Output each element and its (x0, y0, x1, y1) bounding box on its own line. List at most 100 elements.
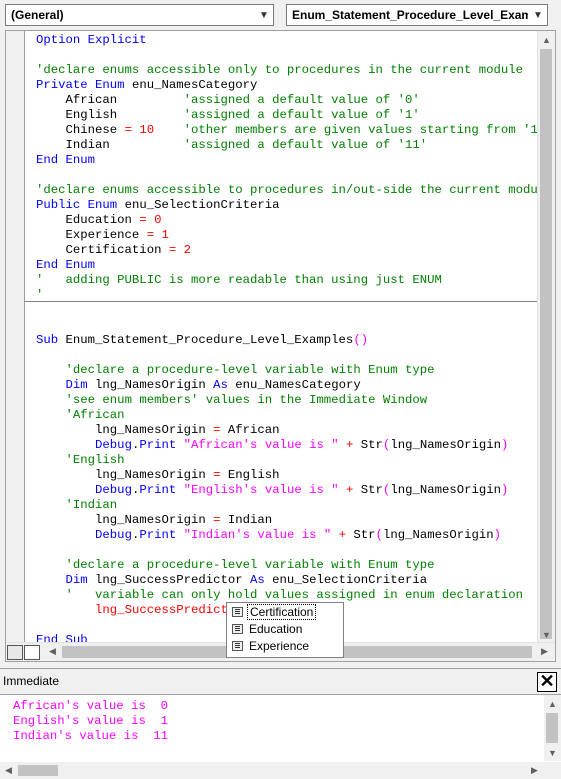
code-token: 'declare enums accessible only to proced… (36, 63, 524, 77)
code-token: 'English (65, 453, 125, 467)
scroll-left-icon[interactable]: ◀ (44, 643, 61, 660)
code-line[interactable]: 'declare enums accessible only to proced… (36, 63, 523, 78)
procedure-view-icon[interactable] (7, 645, 23, 660)
code-token: Certification (36, 243, 169, 257)
scroll-left-icon[interactable]: ◀ (0, 762, 17, 779)
code-token: 'see enum members' values in the Immedia… (65, 393, 428, 407)
immediate-window[interactable]: African's value is 0 English's value is … (0, 694, 561, 779)
code-token: Str (353, 483, 383, 497)
scroll-right-icon[interactable]: ▶ (526, 762, 543, 779)
code-line[interactable]: Indian 'assigned a default value of '11' (36, 138, 428, 153)
object-combo[interactable]: (General) ▼ (5, 4, 274, 26)
intellisense-item-certification[interactable]: Certification (229, 604, 341, 620)
code-line[interactable]: Public Enum enu_SelectionCriteria (36, 198, 280, 213)
code-token: ' (36, 288, 44, 302)
code-line[interactable]: 'declare enums accessible to procedures … (36, 183, 553, 198)
scroll-down-icon[interactable]: ▼ (538, 626, 555, 643)
code-line[interactable]: 'see enum members' values in the Immedia… (36, 393, 428, 408)
code-token: Print (139, 483, 177, 497)
scroll-right-icon[interactable]: ▶ (536, 643, 553, 660)
code-line[interactable]: ' adding PUBLIC is more readable than us… (36, 273, 442, 288)
intellisense-item-label: Education (249, 622, 303, 636)
code-line[interactable]: Debug.Print "African's value is " + Str(… (36, 438, 508, 453)
code-token: 'Indian (65, 498, 118, 512)
code-token: Public Enum (36, 198, 118, 212)
enum-member-icon (232, 641, 243, 651)
code-token: ' variable can only hold values assigned… (65, 588, 524, 602)
code-token: Dim (65, 573, 88, 587)
code-line[interactable]: 'declare a procedure-level variable with… (36, 558, 435, 573)
code-token: Enum_Statement_Procedure_Level_Examples (58, 333, 354, 347)
code-token: Debug (95, 528, 132, 542)
code-line[interactable]: Experience = 1 (36, 228, 169, 243)
chevron-down-icon[interactable]: ▼ (254, 5, 273, 25)
vertical-scrollbar[interactable]: ▲ ▼ (537, 31, 555, 643)
close-icon[interactable]: ✕ (537, 672, 557, 692)
scroll-up-icon[interactable]: ▲ (538, 31, 555, 48)
intellisense-item-experience[interactable]: Experience (229, 638, 341, 654)
procedure-combo[interactable]: Enum_Statement_Procedure_Level_Exampl ▼ (286, 4, 548, 26)
code-line[interactable]: Education = 0 (36, 213, 162, 228)
immediate-vertical-scrollbar[interactable]: ▲ ▼ (544, 695, 561, 761)
code-token: Sub (36, 333, 59, 347)
intellisense-popup[interactable]: Certification Education Experience (226, 602, 344, 658)
chevron-down-icon[interactable]: ▼ (528, 5, 547, 25)
full-module-view-icon[interactable] (24, 645, 40, 660)
code-line[interactable]: 'English (36, 453, 125, 468)
code-line[interactable]: 'African (36, 408, 125, 423)
code-line[interactable]: Sub Enum_Statement_Procedure_Level_Examp… (36, 333, 368, 348)
code-line[interactable]: End Enum (36, 153, 95, 168)
code-token: ) (501, 483, 509, 497)
code-token: 'assigned a default value of '0' (183, 93, 420, 107)
code-line[interactable]: English 'assigned a default value of '1' (36, 108, 420, 123)
code-token: "African's value is " (183, 438, 339, 452)
code-token: 'declare a procedure-level variable with… (65, 363, 435, 377)
code-line[interactable]: Option Explicit (36, 33, 147, 48)
code-token: lng_NamesOrigin (36, 423, 214, 437)
code-line[interactable]: lng_NamesOrigin = Indian (36, 513, 272, 528)
code-line[interactable]: Debug.Print "Indian's value is " + Str(l… (36, 528, 501, 543)
code-line[interactable]: Certification = 2 (36, 243, 191, 258)
code-line[interactable]: Private Enum enu_NamesCategory (36, 78, 257, 93)
code-line[interactable]: lng_NamesOrigin = English (36, 468, 280, 483)
immediate-output[interactable]: African's value is 0 English's value is … (13, 699, 168, 744)
code-line[interactable]: End Enum (36, 258, 95, 273)
code-line[interactable]: 'declare a procedure-level variable with… (36, 363, 435, 378)
scroll-thumb[interactable] (540, 49, 552, 639)
code-line[interactable]: Dim lng_SuccessPredictor As enu_Selectio… (36, 573, 428, 588)
code-token: lng_NamesOrigin (36, 468, 214, 482)
code-line[interactable]: Dim lng_NamesOrigin As enu_NamesCategory (36, 378, 361, 393)
scroll-thumb[interactable] (546, 713, 558, 743)
code-line[interactable]: 'Indian (36, 498, 118, 513)
code-line[interactable]: ' variable can only hold values assigned… (36, 588, 524, 603)
code-token: enu_NamesCategory (227, 378, 361, 392)
code-line[interactable]: lng_SuccessPredictor = (36, 603, 257, 618)
code-token: Experience (36, 228, 147, 242)
enum-member-icon (232, 607, 243, 617)
immediate-horizontal-scrollbar[interactable]: ◀ ▶ (0, 762, 561, 779)
intellisense-item-education[interactable]: Education (229, 621, 341, 637)
code-token: enu_NamesCategory (124, 78, 258, 92)
horizontal-scroll-thumb[interactable] (18, 765, 58, 776)
code-token: = (213, 423, 221, 437)
immediate-line: English's value is 1 (13, 714, 168, 728)
code-line[interactable]: Chinese = 10 'other members are given va… (36, 123, 546, 138)
scroll-down-icon[interactable]: ▼ (544, 744, 561, 761)
code-line[interactable]: lng_NamesOrigin = African (36, 423, 280, 438)
code-token: Str (353, 438, 383, 452)
code-editor[interactable]: Option Explicit 'declare enums accessible… (5, 30, 556, 662)
code-token: lng_SuccessPredictor (87, 573, 251, 587)
code-line[interactable]: Debug.Print "English's value is " + Str(… (36, 483, 508, 498)
margin-indicator-bar[interactable] (6, 31, 25, 661)
scroll-up-icon[interactable]: ▲ (544, 695, 561, 712)
code-token: + (338, 528, 347, 542)
code-token: 'African (65, 408, 125, 422)
code-line[interactable]: African 'assigned a default value of '0' (36, 93, 420, 108)
